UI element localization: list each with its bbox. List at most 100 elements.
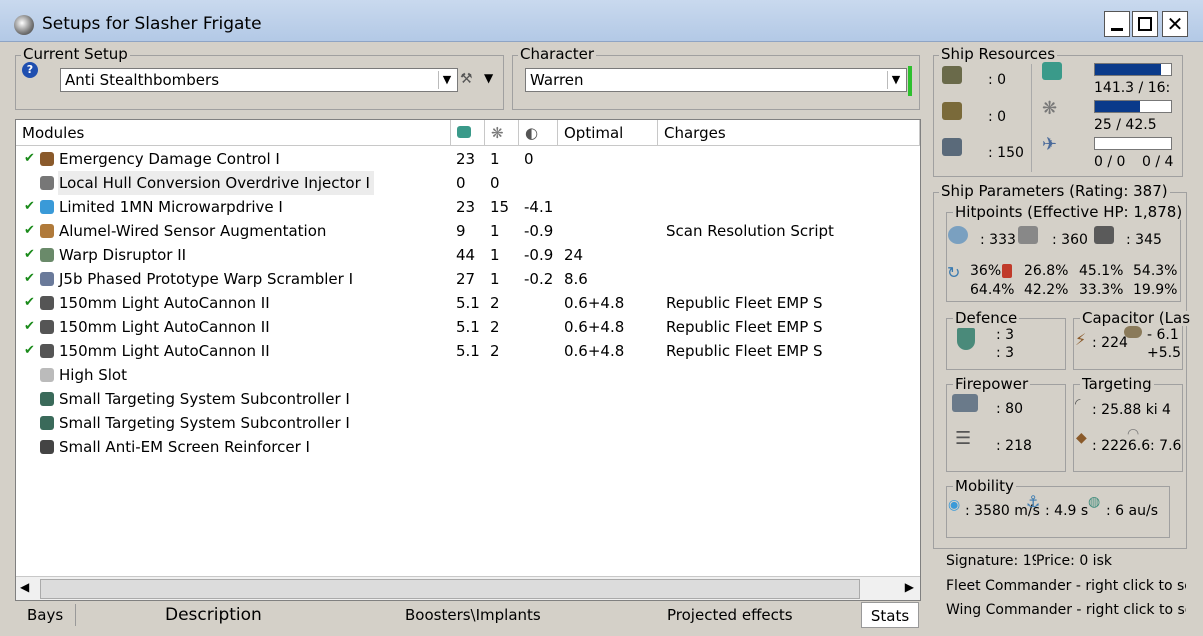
scroll-right-icon[interactable]: ▶ (905, 580, 914, 594)
module-icon (40, 147, 54, 171)
active-check-icon[interactable]: ✔ (24, 339, 35, 363)
resist-kinetic-shield: 45.1% (1079, 263, 1124, 279)
tab-boosters-implants[interactable]: Boosters\Implants (405, 602, 541, 628)
chevron-down-icon[interactable]: ▼ (887, 71, 904, 89)
table-row[interactable]: Local Hull Conversion Overdrive Injector… (16, 171, 916, 195)
module-name[interactable]: Local Hull Conversion Overdrive Injector… (58, 171, 374, 195)
module-optimal: 0.6+4.8 (564, 318, 625, 336)
module-name[interactable]: J5b Phased Prototype Warp Scrambler I (58, 267, 357, 291)
column-header-capacitor[interactable]: ◐ (519, 120, 558, 146)
module-name[interactable]: 150mm Light AutoCannon II (58, 339, 274, 363)
ship-resources-legend: Ship Resources (939, 45, 1058, 63)
active-check-icon[interactable]: ✔ (24, 315, 35, 339)
minimize-button[interactable] (1104, 11, 1130, 37)
module-c1: 5.1 (456, 342, 480, 360)
module-name[interactable]: Small Targeting System Subcontroller I (58, 387, 354, 411)
table-row[interactable]: ✔ 150mm Light AutoCannon II 5.1 2 0.6+4.8 Rep… (16, 339, 916, 363)
column-header-power[interactable]: ❋ (485, 120, 519, 146)
power-value: 25 / 42.5 (1094, 117, 1157, 133)
bottom-tabs: Bays Description Boosters\Implants Proje… (15, 602, 921, 630)
column-header-cpu[interactable] (451, 120, 485, 146)
modules-grid: Modules ❋ ◐ Optimal Charges ✔ Emergency D… (15, 119, 921, 601)
character-select[interactable]: Warren ▼ (525, 68, 907, 92)
table-row[interactable]: ✔ Alumel-Wired Sensor Augmentation 9 1 -0.9 S… (16, 219, 916, 243)
table-row[interactable]: High Slot (16, 363, 916, 387)
tab-stats[interactable]: Stats (861, 602, 919, 628)
horizontal-scrollbar[interactable]: ◀ ▶ (16, 576, 920, 600)
drone-control-icon: ✈ (1042, 134, 1058, 155)
module-name[interactable]: High Slot (58, 363, 131, 387)
module-icon (40, 291, 54, 315)
table-row[interactable]: Small Anti-EM Screen Reinforcer I (16, 435, 916, 459)
table-row[interactable]: ✔ Emergency Damage Control I 23 1 0 (16, 147, 916, 171)
column-header-charges[interactable]: Charges (658, 120, 920, 146)
module-charges: Scan Resolution Script (666, 222, 834, 240)
capacitor-recharge-icon (1124, 326, 1142, 342)
module-icon (40, 219, 54, 243)
fleet-commander-slot[interactable]: Fleet Commander - right click to se (946, 578, 1186, 594)
setup-select[interactable]: Anti Stealthbombers ▼ (60, 68, 458, 92)
table-row[interactable]: ✔ 150mm Light AutoCannon II 5.1 2 0.6+4.8 Rep… (16, 291, 916, 315)
setup-tools-icon[interactable]: ⚒ (460, 71, 473, 87)
module-icon (40, 195, 54, 219)
resources-divider (1031, 64, 1032, 172)
firepower-volley-value: : 218 (996, 438, 1032, 454)
module-name[interactable]: Emergency Damage Control I (58, 147, 284, 171)
table-row[interactable]: ✔ 150mm Light AutoCannon II 5.1 2 0.6+4.8 Rep… (16, 315, 916, 339)
module-name[interactable]: 150mm Light AutoCannon II (58, 315, 274, 339)
scroll-left-icon[interactable]: ◀ (20, 580, 29, 594)
active-check-icon[interactable]: ✔ (24, 243, 35, 267)
character-legend: Character (518, 45, 597, 63)
module-c3: -0.9 (524, 222, 554, 240)
shield-hp-value: : 333 (980, 232, 1016, 248)
tab-bays[interactable]: Bays (27, 602, 63, 628)
firepower-legend: Firepower (953, 375, 1031, 393)
module-icon (40, 243, 54, 267)
tab-projected-effects[interactable]: Projected effects (667, 602, 793, 628)
module-c2: 2 (490, 318, 500, 336)
table-row[interactable]: ✔ J5b Phased Prototype Warp Scrambler I 27… (16, 267, 916, 291)
active-check-icon[interactable]: ✔ (24, 267, 35, 291)
targeting-scan-res-value: : 2226.6 (1092, 438, 1151, 454)
table-row[interactable]: ✔ Warp Disruptor II 44 1 -0.9 24 (16, 243, 916, 267)
sensor-strength-icon: ◠ (1127, 426, 1140, 442)
high-slot-icon (942, 66, 962, 88)
maximize-button[interactable] (1132, 11, 1158, 37)
table-row[interactable]: ✔ Limited 1MN Microwarpdrive I 23 15 -4.1 (16, 195, 916, 219)
active-check-icon[interactable]: ✔ (24, 147, 35, 171)
module-charges: Republic Fleet EMP S (666, 294, 823, 312)
setup-menu-arrow-icon[interactable]: ▼ (484, 71, 493, 85)
active-check-icon[interactable]: ✔ (24, 291, 35, 315)
capacitor-plus-value: +5.5 (1147, 345, 1181, 361)
drones-bandwidth-value: 0 / 4 (1142, 154, 1174, 170)
defence-shield-icon (957, 328, 975, 354)
active-check-icon[interactable]: ✔ (24, 219, 35, 243)
module-name[interactable]: Small Targeting System Subcontroller I (58, 411, 354, 435)
chevron-down-icon[interactable]: ▼ (438, 71, 455, 89)
module-icon (40, 435, 54, 459)
turret-slot-icon (942, 102, 962, 124)
module-charges: Republic Fleet EMP S (666, 342, 823, 360)
drones-value: 0 / 0 (1094, 154, 1126, 170)
scroll-thumb[interactable] (40, 579, 860, 599)
table-row[interactable]: Small Targeting System Subcontroller I (16, 387, 916, 411)
module-name[interactable]: 150mm Light AutoCannon II (58, 291, 274, 315)
module-icon (40, 387, 54, 411)
close-button[interactable]: ✕ (1162, 11, 1188, 37)
module-name[interactable]: Limited 1MN Microwarpdrive I (58, 195, 287, 219)
module-name[interactable]: Small Anti-EM Screen Reinforcer I (58, 435, 314, 459)
table-row[interactable]: Small Targeting System Subcontroller I (16, 411, 916, 435)
module-c2: 1 (490, 222, 500, 240)
column-header-optimal[interactable]: Optimal (558, 120, 658, 146)
module-c1: 44 (456, 246, 476, 264)
signature-value: Signature: 19 (946, 553, 1041, 569)
active-check-icon[interactable]: ✔ (24, 195, 35, 219)
help-icon[interactable]: ? (22, 62, 38, 78)
resist-em-armor: 64.4% (970, 282, 1015, 298)
column-header-modules[interactable]: Modules (16, 120, 451, 146)
module-name[interactable]: Warp Disruptor II (58, 243, 190, 267)
module-c2: 1 (490, 270, 500, 288)
wing-commander-slot[interactable]: Wing Commander - right click to se (946, 602, 1186, 618)
module-name[interactable]: Alumel-Wired Sensor Augmentation (58, 219, 330, 243)
tab-description[interactable]: Description (165, 602, 262, 628)
